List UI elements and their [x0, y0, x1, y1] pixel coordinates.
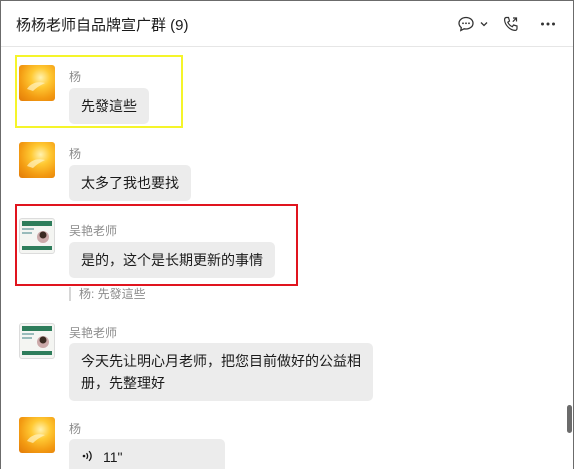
- group-title: 杨杨老师自品牌宣广群 (9): [16, 17, 189, 34]
- avatar[interactable]: [19, 323, 55, 359]
- more-icon[interactable]: [538, 14, 558, 34]
- message-bubble[interactable]: 今天先让明心月老师，把您目前做好的公益相 册，先整理好: [69, 343, 373, 401]
- scrollbar-thumb[interactable]: [567, 405, 572, 433]
- message-line: 册，先整理好: [81, 375, 165, 391]
- chat-bubble-icon[interactable]: [456, 14, 476, 34]
- message-bubble[interactable]: 是的，这个是长期更新的事情: [69, 242, 275, 278]
- avatar[interactable]: [19, 218, 55, 254]
- voice-wave-icon: [81, 447, 95, 469]
- chat-window: 杨杨老师自品牌宣广群 (9) 杨 先發這些 杨 太多了我也要找 吴艳老师 是的，…: [0, 0, 574, 469]
- avatar[interactable]: [19, 65, 55, 101]
- message-line: 今天先让明心月老师，把您目前做好的公益相: [81, 353, 361, 369]
- sender-name: 吴艳老师: [69, 224, 118, 238]
- chat-header: 杨杨老师自品牌宣广群 (9): [1, 1, 573, 47]
- sender-name: 杨: [69, 147, 82, 161]
- message-bubble[interactable]: 太多了我也要找: [69, 165, 191, 201]
- sender-name: 杨: [69, 70, 82, 84]
- sender-name: 吴艳老师: [69, 326, 118, 340]
- voice-message-bubble[interactable]: 11": [69, 439, 225, 469]
- voice-duration: 11": [103, 449, 123, 465]
- chevron-down-icon[interactable]: [478, 14, 490, 34]
- avatar[interactable]: [19, 417, 55, 453]
- message-bubble[interactable]: 先發這些: [69, 88, 149, 124]
- message-list[interactable]: 杨 先發這些 杨 太多了我也要找 吴艳老师 是的，这个是长期更新的事情 杨: 先…: [1, 48, 573, 469]
- avatar[interactable]: [19, 142, 55, 178]
- phone-call-icon[interactable]: [501, 14, 521, 34]
- sender-name: 杨: [69, 422, 82, 436]
- quoted-reply[interactable]: 杨: 先發這些: [69, 287, 146, 301]
